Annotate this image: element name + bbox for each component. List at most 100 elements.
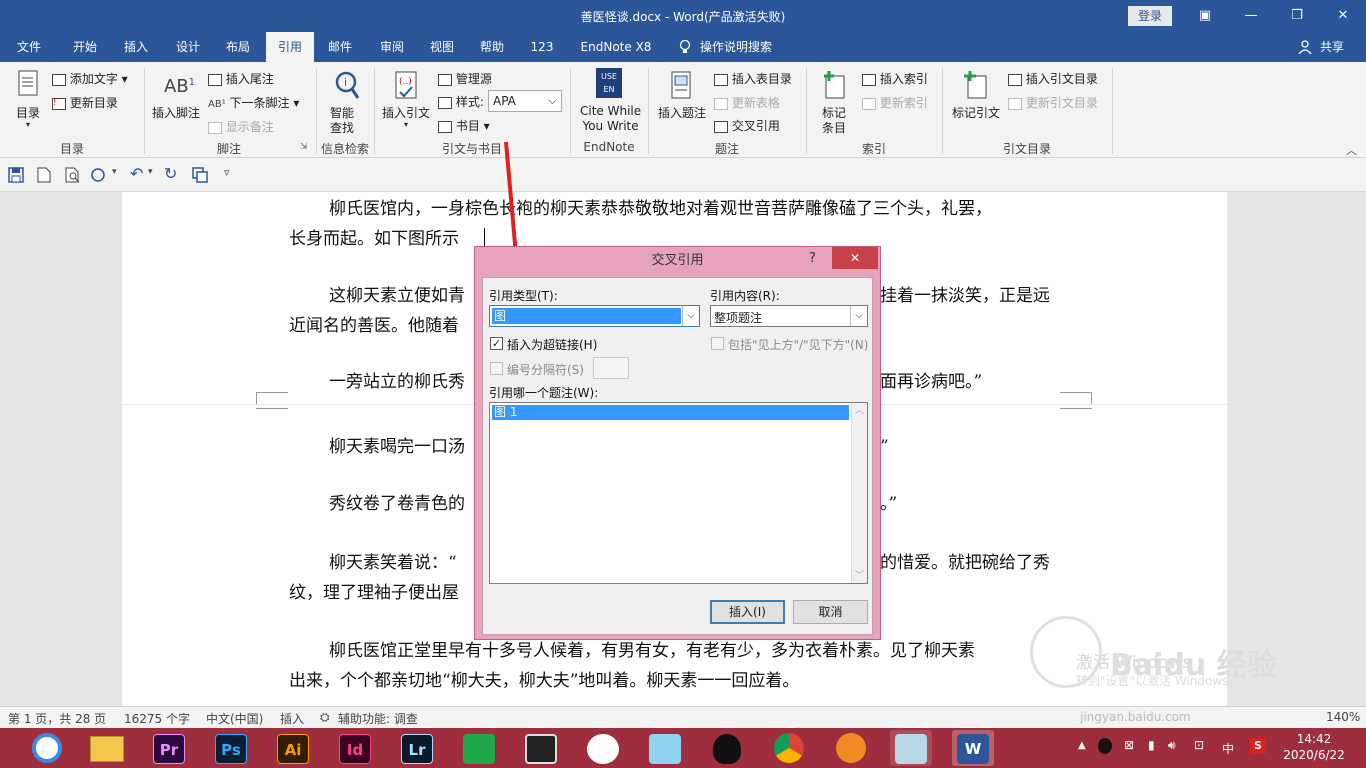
qq-tray-icon[interactable] [1098, 738, 1112, 754]
paragraph[interactable]: 近闻名的善医。他随着 [289, 311, 459, 341]
restore-button[interactable]: ❐ [1274, 0, 1320, 32]
close-button[interactable]: ✕ [1320, 0, 1366, 32]
insert-caption-button[interactable]: 插入题注 [656, 70, 710, 130]
tab-review[interactable]: 审阅 [370, 32, 414, 62]
new-document-icon[interactable] [36, 167, 52, 183]
tab-home[interactable]: 开始 [62, 32, 108, 62]
update-table-figures-button[interactable]: 更新表格 [714, 94, 780, 111]
cite-while-you-write-button[interactable]: USE EN Cite While You Write [578, 68, 642, 136]
smart-lookup-button[interactable]: i 智能 查找 [326, 70, 366, 136]
undo-icon[interactable]: ↶ [130, 164, 143, 183]
ref-type-select[interactable]: 图 ⌵ [489, 305, 700, 327]
tray-app-icon[interactable]: ⊠ [1124, 738, 1134, 752]
paragraph[interactable]: 秀纹卷了卷青色的 [329, 489, 465, 519]
qq-taskbar-button[interactable] [706, 730, 748, 766]
insert-footnote-button[interactable]: AB1 插入脚注 [152, 70, 206, 130]
tell-me-search[interactable]: 操作说明搜索 [700, 32, 784, 62]
explorer-taskbar-button[interactable] [86, 730, 128, 766]
page-count[interactable]: 第 1 页，共 28 页 [8, 710, 106, 727]
tab-endnote[interactable]: EndNote X8 [572, 32, 660, 62]
dialog-launcher-icon[interactable]: ⇲ [300, 142, 308, 152]
tray-expand-icon[interactable]: ▲ [1078, 740, 1086, 751]
print-preview-icon[interactable] [64, 167, 82, 183]
video-app-taskbar-button[interactable] [520, 730, 562, 766]
show-notes-button[interactable]: 显示备注 [208, 118, 274, 135]
zoom-level[interactable]: 140% [1326, 710, 1360, 724]
word-taskbar-button[interactable]: W [952, 730, 994, 766]
clock-time[interactable]: 14:42 [1284, 732, 1344, 746]
battery-icon[interactable]: ▮ [1148, 738, 1155, 752]
collapse-ribbon-icon[interactable]: ︿ [1346, 142, 1357, 158]
insert-mode[interactable]: 插入 [280, 710, 304, 727]
paragraph[interactable]: 挂着一抹淡笑，正是远 [880, 281, 1050, 311]
tab-123[interactable]: 123 [522, 32, 562, 62]
insert-button[interactable]: 插入(I) [710, 600, 785, 624]
word-count[interactable]: 16275 个字 [124, 710, 190, 727]
next-footnote-button[interactable]: AB¹ 下一条脚注 ▾ [208, 94, 299, 111]
paragraph[interactable]: 长身而起。如下图所示 [289, 224, 459, 254]
tab-file[interactable]: 文件 [8, 32, 50, 62]
mark-entry-button[interactable]: 标记 条目 [818, 70, 854, 136]
app-taskbar-button[interactable] [644, 730, 686, 766]
share-button[interactable]: 共享 [1314, 32, 1350, 62]
update-index-button[interactable]: 更新索引 [862, 94, 928, 111]
add-text-button[interactable]: 添加文字 ▾ [52, 70, 128, 87]
tab-view[interactable]: 视图 [420, 32, 464, 62]
separate-numbers-checkbox[interactable] [490, 362, 503, 375]
app-taskbar-button[interactable] [582, 730, 624, 766]
cancel-button[interactable]: 取消 [793, 600, 868, 624]
copy-icon[interactable] [192, 167, 210, 183]
separator-input[interactable] [593, 357, 629, 379]
language-indicator[interactable]: 中文(中国) [206, 710, 263, 727]
paragraph[interactable]: ” [880, 432, 889, 462]
paragraph[interactable]: 柳天素笑着说：“ [329, 548, 457, 578]
insert-table-figures-button[interactable]: 插入表目录 [714, 70, 792, 87]
minimize-button[interactable]: — [1228, 0, 1274, 32]
ref-content-select[interactable]: 整项题注 ⌵ [710, 305, 868, 327]
mark-citation-button[interactable]: 标记引文 [950, 70, 1006, 130]
insert-toa-button[interactable]: 插入引文目录 [1008, 70, 1098, 87]
paragraph[interactable]: 。” [880, 489, 897, 519]
sogou-ime-icon[interactable]: S [1250, 738, 1266, 754]
chevron-down-icon[interactable]: ⌵ [682, 306, 699, 326]
update-toa-button[interactable]: 更新引文目录 [1008, 94, 1098, 111]
tab-design[interactable]: 设计 [166, 32, 210, 62]
touch-mode-icon[interactable] [90, 167, 108, 183]
illustrator-taskbar-button[interactable]: Ai [272, 730, 314, 766]
insert-citation-button[interactable]: (..) 插入引文 ▾ [382, 70, 434, 136]
paragraph[interactable]: 一旁站立的柳氏秀 [329, 367, 465, 397]
premiere-taskbar-button[interactable]: Pr [148, 730, 190, 766]
list-scrollbar[interactable]: ︿ ﹀ [851, 403, 867, 583]
app-taskbar-button[interactable] [458, 730, 500, 766]
customize-toolbar-icon[interactable]: ▿ [224, 166, 230, 179]
network-icon[interactable]: ⊡ [1194, 738, 1204, 752]
chevron-down-icon[interactable]: ▾ [148, 167, 153, 177]
login-button[interactable]: 登录 [1128, 6, 1172, 26]
app-taskbar-button[interactable] [830, 730, 872, 766]
tab-insert[interactable]: 插入 [114, 32, 158, 62]
save-icon[interactable] [8, 167, 24, 183]
paragraph[interactable]: 柳氏医馆内，一身棕色长袍的柳天素恭恭敬敬地对着观世音菩萨雕像磕了三个头，礼罢， [329, 194, 992, 224]
tab-layout[interactable]: 布局 [216, 32, 260, 62]
tab-references[interactable]: 引用 [266, 32, 314, 62]
clock-date[interactable]: 2020/6/22 [1280, 748, 1348, 762]
style-select[interactable]: APA ⌵ [488, 90, 562, 112]
ime-indicator[interactable]: 中 [1222, 740, 1234, 757]
chrome-taskbar-button[interactable] [768, 730, 810, 766]
paragraph[interactable]: 出来，个个都亲切地“柳大夫，柳大夫”地叫着。柳天素一一回应着。 [289, 666, 799, 696]
include-above-below-checkbox[interactable] [711, 337, 724, 350]
scroll-up-icon[interactable]: ︿ [855, 403, 864, 416]
browser-taskbar-button[interactable] [26, 730, 68, 766]
caption-list[interactable]: 图 1 ︿ ﹀ [489, 402, 868, 584]
paragraph[interactable]: 柳天素喝完一口汤 [329, 432, 465, 462]
scroll-down-icon[interactable]: ﹀ [855, 568, 864, 581]
insert-index-button[interactable]: 插入索引 [862, 70, 928, 87]
dialog-close-button[interactable]: ✕ [832, 247, 878, 269]
help-button[interactable]: ? [809, 251, 816, 266]
lightroom-taskbar-button[interactable]: Lr [396, 730, 438, 766]
paragraph[interactable]: 面再诊病吧。” [880, 367, 982, 397]
paragraph[interactable]: 的惜爱。就把碗给了秀 [880, 548, 1050, 578]
tab-mailings[interactable]: 邮件 [318, 32, 362, 62]
insert-hyperlink-checkbox[interactable]: ✓ [490, 337, 503, 350]
indesign-taskbar-button[interactable]: Id [334, 730, 376, 766]
